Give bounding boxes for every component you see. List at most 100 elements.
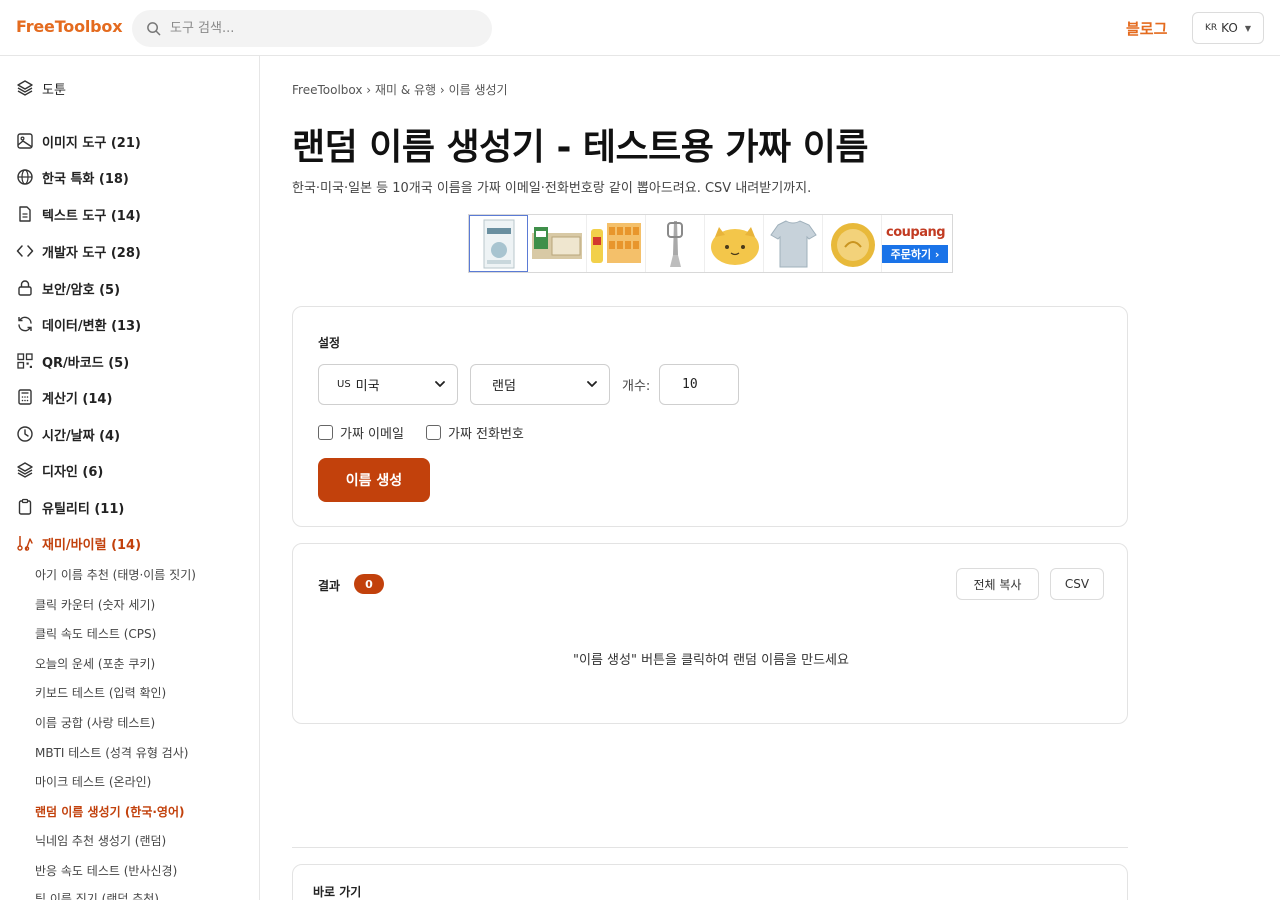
sidebar-item-text[interactable]: 텍스트 도구 (14) (16, 202, 141, 226)
page-description: 한국·미국·일본 등 10개국 이름을 가짜 이메일·전화번호랑 같이 뽑아드려… (292, 181, 812, 196)
sidebar-item-label: 보안/암호 (5) (42, 282, 121, 298)
site-logo[interactable]: FreeToolbox (16, 17, 123, 36)
clipboard-icon (18, 498, 32, 515)
sub-item-keyboard-test[interactable]: 키보드 테스트 (입력 확인) (35, 684, 166, 702)
sub-item-baby-name[interactable]: 아기 이름 추천 (태명·이름 짓기) (35, 566, 196, 584)
chevron-down-icon (435, 381, 445, 387)
fake-phone-checkbox[interactable]: 가짜 전화번호 (426, 423, 524, 442)
sidebar-item-label: 유틸리티 (11) (42, 501, 125, 517)
coupang-ad[interactable]: coupang 주문하기 › (882, 215, 948, 272)
country-select[interactable]: US 미국 (318, 364, 458, 405)
lang-flag: KR (1205, 23, 1218, 33)
sidebar-item-utility[interactable]: 유틸리티 (11) (16, 495, 124, 519)
image-icon (17, 133, 33, 149)
breadcrumb-home[interactable]: FreeToolbox (292, 83, 362, 97)
fun-icon (17, 536, 33, 551)
ad-product-image[interactable] (587, 215, 646, 272)
code-icon (16, 245, 34, 257)
layers-icon (17, 80, 33, 96)
lock-icon (18, 280, 32, 296)
empty-state-message: "이름 생성" 버튼을 클릭하여 랜덤 이름을 만드세요 (573, 653, 849, 668)
sub-item-fortune[interactable]: 오늘의 운세 (포춘 쿠키) (35, 655, 155, 673)
sidebar-item-fun[interactable]: 재미/바이럴 (14) (16, 531, 141, 555)
copy-all-button[interactable]: 전체 복사 (956, 568, 1039, 600)
sidebar-item-label: 이미지 도구 (21) (42, 135, 141, 151)
sidebar-item-calculator[interactable]: 계산기 (14) (16, 385, 112, 409)
ad-product-image[interactable] (823, 215, 882, 272)
sub-item-mic-test[interactable]: 마이크 테스트 (온라인) (35, 773, 151, 791)
sidebar-item-label: 한국 특화 (18) (42, 171, 129, 187)
sidebar-item-design[interactable]: 디자인 (6) (16, 458, 103, 482)
result-count-badge: 0 (354, 574, 384, 594)
sidebar-item-label: 시간/날짜 (4) (42, 428, 121, 444)
settings-label: 설정 (318, 336, 341, 350)
page-title: 랜덤 이름 생성기 - 테스트용 가짜 이름 (292, 127, 868, 168)
sub-item-click-counter[interactable]: 클릭 카운터 (숫자 세기) (35, 596, 155, 614)
chevron-down-icon (587, 381, 597, 387)
breadcrumb: FreeToolbox › 재미 & 유행 › 이름 생성기 (292, 81, 508, 98)
csv-download-button[interactable]: CSV (1050, 568, 1104, 600)
breadcrumb-category[interactable]: 재미 & 유행 (375, 83, 436, 97)
sub-item-name-match[interactable]: 이름 궁합 (사랑 테스트) (35, 714, 155, 732)
quick-links-card: 바로 가기 (292, 864, 1128, 900)
sidebar-item-data[interactable]: 데이터/변환 (13) (16, 312, 141, 336)
sub-item-random-name[interactable]: 랜덤 이름 생성기 (한국·영어) (35, 803, 185, 821)
ad-product-image[interactable] (705, 215, 764, 272)
country-flag: US (337, 379, 351, 390)
gender-select-value: 랜덤 (492, 379, 516, 394)
fake-phone-label: 가짜 전화번호 (448, 427, 524, 442)
generate-button[interactable]: 이름 생성 (318, 458, 430, 502)
sidebar-item-label: QR/바코드 (5) (42, 355, 130, 371)
checkbox[interactable] (426, 425, 441, 440)
sidebar-item-top[interactable]: 도툰 (16, 76, 66, 100)
sidebar-item-label: 재미/바이럴 (14) (42, 537, 142, 553)
language-select[interactable]: KR KO ▼ (1192, 12, 1264, 44)
sidebar-item-label: 계산기 (14) (42, 391, 113, 407)
breadcrumb-current: 이름 생성기 (448, 83, 508, 97)
lang-label: KO (1221, 21, 1238, 35)
fake-email-checkbox[interactable]: 가짜 이메일 (318, 423, 404, 442)
search-bar[interactable] (132, 10, 492, 47)
globe-icon (17, 169, 33, 185)
section-divider (292, 847, 1128, 848)
sub-item-nickname[interactable]: 닉네임 추천 생성기 (랜덤) (35, 832, 166, 850)
ad-product-image[interactable] (764, 215, 823, 272)
sidebar-item-korea[interactable]: 한국 특화 (18) (16, 165, 129, 189)
layers-icon (17, 462, 33, 478)
count-input[interactable] (659, 364, 739, 405)
sidebar-item-image[interactable]: 이미지 도구 (21) (16, 129, 141, 153)
search-icon (147, 22, 161, 36)
sidebar-item-label: 개발자 도구 (28) (42, 245, 141, 261)
sub-item-cps-test[interactable]: 클릭 속도 테스트 (CPS) (35, 625, 156, 643)
checkbox[interactable] (318, 425, 333, 440)
sub-item-reaction[interactable]: 반응 속도 테스트 (반사신경) (35, 862, 177, 880)
chevron-down-icon: ▼ (1244, 23, 1251, 33)
ad-product-image[interactable] (528, 215, 587, 272)
ad-product-image[interactable] (469, 215, 528, 272)
sidebar-item-security[interactable]: 보안/암호 (5) (16, 276, 120, 300)
coupang-order-button[interactable]: 주문하기 › (882, 245, 948, 263)
sidebar-item-label: 디자인 (6) (42, 464, 104, 480)
sidebar-item-label: 데이터/변환 (13) (42, 318, 142, 334)
sub-item-team-name[interactable]: 팀 이름 짓기 (랜덤 추천) (35, 890, 159, 900)
sidebar-item-dev[interactable]: 개발자 도구 (28) (16, 239, 141, 263)
sidebar: 도툰 이미지 도구 (21) 한국 특화 (18) 텍스트 도구 (14) 개발… (0, 56, 260, 900)
settings-card: 설정 US 미국 랜덤 개수: 가짜 이메일 가짜 전화번호 이름 생성 (292, 306, 1128, 527)
sidebar-item-time[interactable]: 시간/날짜 (4) (16, 422, 120, 446)
search-input[interactable] (170, 10, 480, 47)
ad-product-image[interactable] (646, 215, 705, 272)
sidebar-item-label: 텍스트 도구 (14) (42, 208, 141, 224)
sidebar-item-qr[interactable]: QR/바코드 (5) (16, 349, 129, 373)
ad-banner[interactable]: coupang 주문하기 › (468, 214, 953, 273)
results-card: 결과 0 전체 복사 CSV "이름 생성" 버튼을 클릭하여 랜덤 이름을 만… (292, 543, 1128, 724)
coupang-logo: coupang (886, 225, 946, 240)
results-label: 결과 (318, 579, 341, 593)
fake-email-label: 가짜 이메일 (340, 427, 404, 442)
sub-item-mbti[interactable]: MBTI 테스트 (성격 유형 검사) (35, 744, 188, 762)
document-icon (19, 206, 31, 222)
blog-link[interactable]: 블로그 (1126, 18, 1167, 39)
gender-select[interactable]: 랜덤 (470, 364, 610, 405)
country-select-value: 미국 (355, 379, 380, 394)
clock-icon (17, 426, 33, 442)
breadcrumb-separator: › (439, 83, 445, 97)
